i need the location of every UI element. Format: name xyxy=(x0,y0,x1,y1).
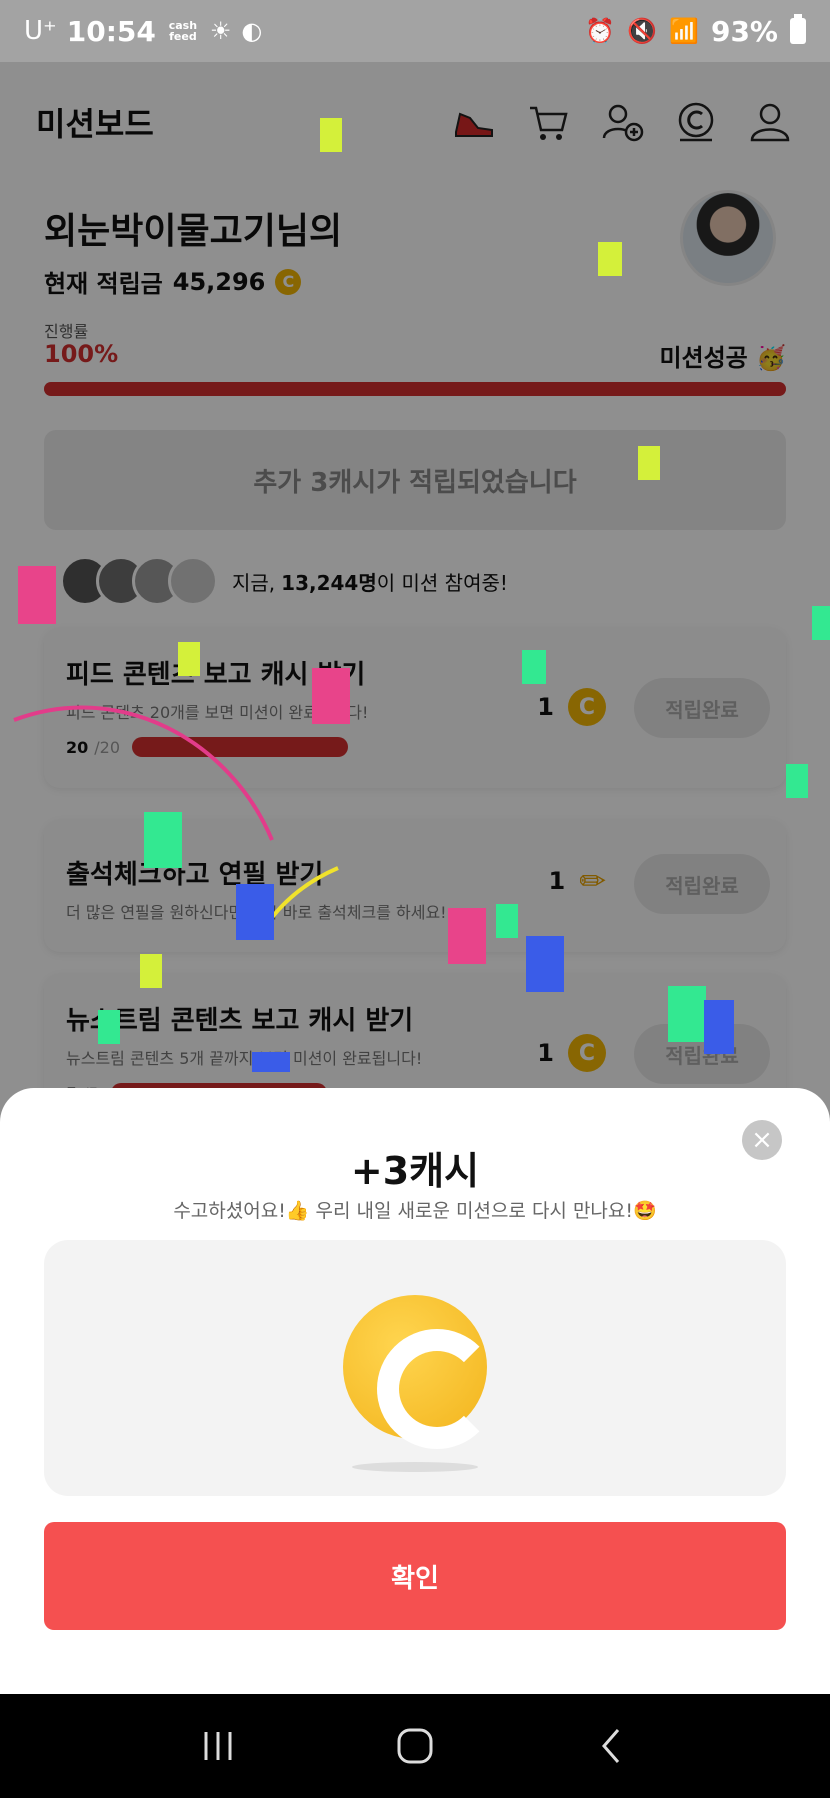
battery-icon xyxy=(790,14,806,44)
confetti-piece xyxy=(312,668,350,724)
confetti-piece xyxy=(598,242,622,276)
confetti-piece xyxy=(98,1010,120,1044)
confetti-piece xyxy=(252,1052,290,1072)
confetti-piece xyxy=(704,1000,734,1054)
reward-illustration xyxy=(44,1240,786,1496)
alarm-icon: ⏰ xyxy=(585,17,616,45)
brightness-icon: ☀ xyxy=(209,17,232,45)
coin-shadow xyxy=(352,1462,478,1472)
confetti-piece xyxy=(448,908,486,964)
confetti-piece xyxy=(496,904,518,938)
sheet-subtitle: 수고하셨어요!👍 우리 내일 새로운 미션으로 다시 만나요!🤩 xyxy=(173,1200,657,1222)
confetti-piece xyxy=(812,606,830,640)
confetti-piece xyxy=(526,936,564,992)
battery-percent: 93% xyxy=(710,14,778,48)
confetti-streamer-pink xyxy=(13,705,274,841)
back-icon[interactable] xyxy=(582,1716,642,1776)
cash-coin-icon xyxy=(343,1295,487,1439)
clock: 10:54 xyxy=(66,14,156,48)
confetti-piece xyxy=(178,642,200,676)
confetti-piece xyxy=(320,118,342,152)
confetti-piece xyxy=(144,812,182,868)
confetti-piece xyxy=(786,764,808,798)
confetti-piece xyxy=(522,650,546,684)
wifi-icon: 📶 xyxy=(669,17,699,45)
confetti-piece xyxy=(18,566,56,624)
recent-apps-icon[interactable] xyxy=(188,1716,248,1776)
cashfeed-icon: cash feed xyxy=(168,19,198,43)
confetti-piece xyxy=(140,954,162,988)
reward-bottom-sheet: × +3캐시 수고하셨어요!👍 우리 내일 새로운 미션으로 다시 만나요!🤩 … xyxy=(0,1088,830,1694)
confetti-piece xyxy=(638,446,660,480)
mute-icon: 🔇 xyxy=(627,17,658,45)
confirm-button[interactable]: 확인 xyxy=(44,1522,786,1630)
carrier-label: U⁺ xyxy=(24,16,57,46)
home-icon[interactable] xyxy=(385,1716,445,1776)
app-notification-icon: ◐ xyxy=(241,17,263,45)
system-nav-bar xyxy=(0,1694,830,1798)
status-bar: U⁺ 10:54 cash feed ☀ ◐ ⏰ 🔇 📶 93% xyxy=(0,0,830,62)
sheet-title: +3캐시 xyxy=(350,1149,480,1193)
confetti-piece xyxy=(236,884,274,940)
confetti-piece xyxy=(668,986,706,1042)
